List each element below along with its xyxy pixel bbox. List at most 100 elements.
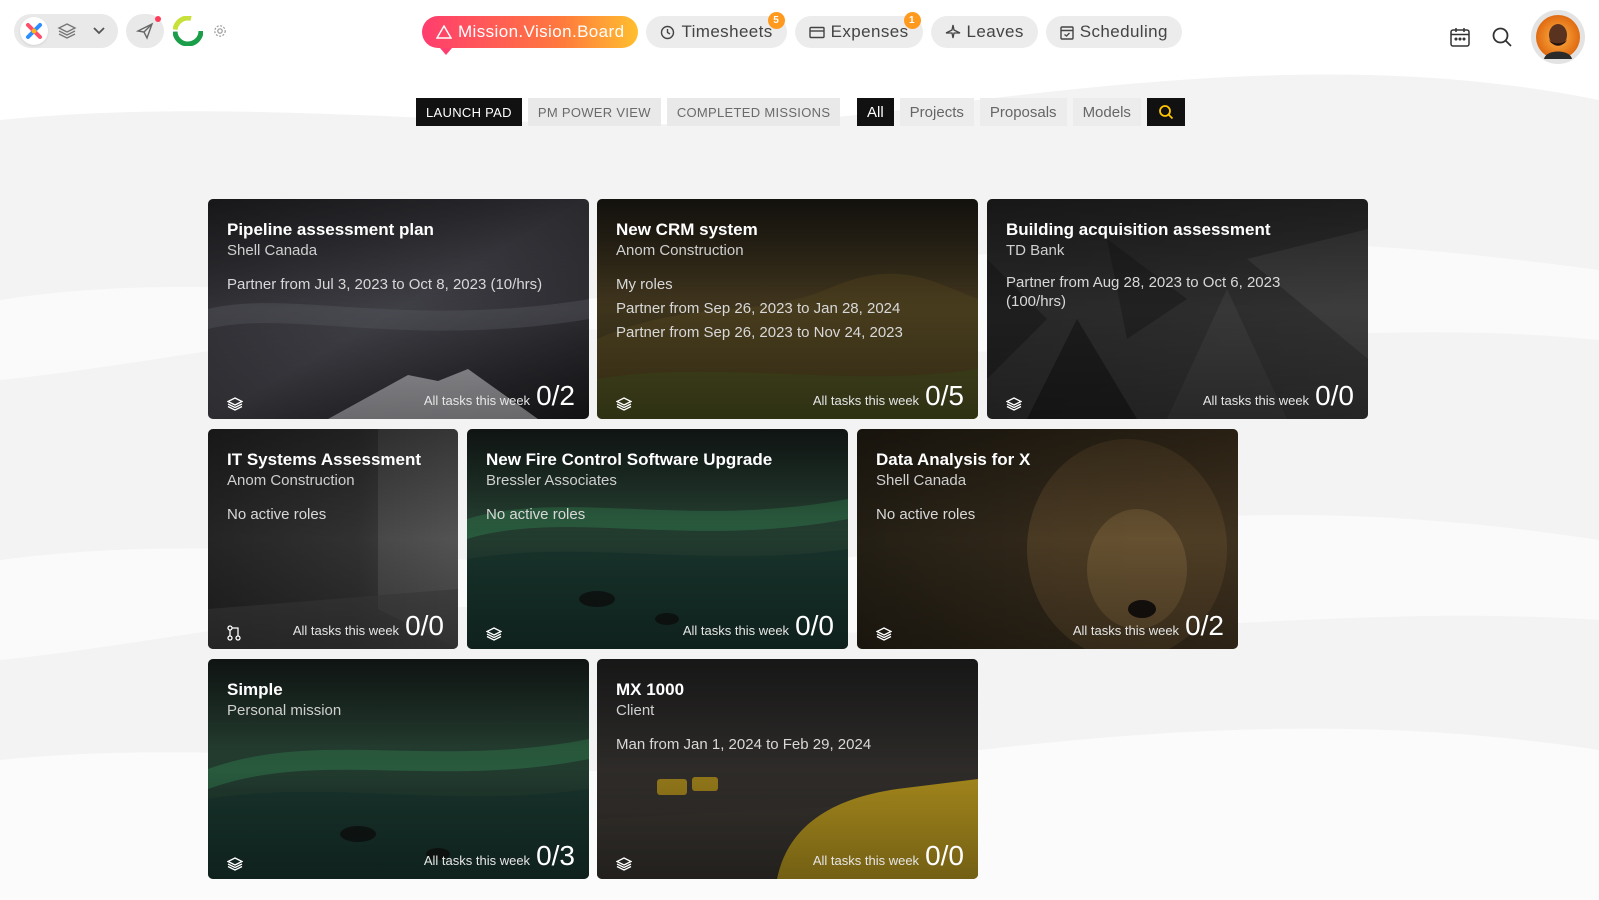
card-client: Anom Construction	[616, 242, 744, 259]
send-group[interactable]	[126, 14, 164, 48]
expenses-badge: 1	[903, 12, 921, 29]
mission-card-building-acquisition[interactable]: Building acquisition assessment TD Bank …	[987, 199, 1368, 419]
tab-mission-vision-board[interactable]: Mission.Vision.Board	[422, 16, 639, 55]
card-client: Client	[616, 702, 655, 719]
card-footer-label: All tasks this week	[292, 623, 400, 638]
tab-label: Mission.Vision.Board	[458, 22, 625, 41]
tab-label: Scheduling	[1079, 22, 1168, 41]
card-detail-line: Man from Jan 1, 2024 to Feb 29, 2024	[616, 736, 872, 753]
card-icon	[808, 26, 825, 38]
layers-icon	[486, 627, 502, 641]
subnav-pm-power-view[interactable]: PM POWER VIEW	[527, 98, 661, 126]
card-title: IT Systems Assessment	[227, 450, 422, 469]
card-title: Pipeline assessment plan	[227, 220, 434, 239]
card-detail-line: My roles	[616, 276, 673, 293]
card-title: New Fire Control Software Upgrade	[486, 450, 773, 469]
card-client: Shell Canada	[227, 242, 318, 259]
tab-scheduling[interactable]: Scheduling	[1045, 16, 1182, 48]
send-icon[interactable]	[132, 18, 158, 44]
top-bar: Mission.Vision.Board Timesheets 5 Expens…	[0, 0, 1599, 64]
filter-search-button[interactable]	[1146, 98, 1185, 126]
tab-label: Leaves	[966, 22, 1024, 41]
card-detail-line: Partner from Jul 3, 2023 to Oct 8, 2023 …	[227, 276, 543, 293]
card-client: TD Bank	[1006, 242, 1065, 259]
app-logo-icon[interactable]	[20, 17, 48, 45]
card-detail-line: Partner from Sep 26, 2023 to Jan 28, 202…	[616, 300, 901, 317]
main-nav-tabs: Mission.Vision.Board Timesheets 5 Expens…	[422, 12, 1182, 55]
layers-icon	[616, 397, 632, 411]
tab-label: Expenses	[830, 22, 909, 41]
card-task-count: 0/0	[795, 610, 834, 641]
mission-card-mx-1000[interactable]: MX 1000 Client Man from Jan 1, 2024 to F…	[597, 659, 978, 879]
tab-label: Timesheets	[681, 22, 773, 41]
filter-models[interactable]: Models	[1072, 98, 1141, 126]
card-title: Data Analysis for X	[876, 450, 1031, 469]
card-detail-line: (100/hrs)	[1006, 293, 1067, 310]
layers-icon	[876, 627, 892, 641]
layers-icon	[227, 397, 243, 411]
filter-all[interactable]: All	[857, 98, 894, 126]
subnav-completed-missions[interactable]: COMPLETED MISSIONS	[666, 98, 841, 126]
tab-timesheets[interactable]: Timesheets 5	[646, 12, 787, 48]
layers-icon	[616, 857, 632, 871]
card-footer-label: All tasks this week	[423, 393, 531, 408]
card-footer-label: All tasks this week	[682, 623, 790, 638]
card-task-count: 0/3	[536, 840, 575, 871]
card-task-count: 0/2	[536, 380, 575, 411]
card-client: Anom Construction	[227, 472, 355, 489]
sync-status-icon[interactable]	[172, 15, 204, 47]
card-footer-label: All tasks this week	[1202, 393, 1310, 408]
avatar[interactable]	[1531, 10, 1585, 64]
filter-proposals[interactable]: Proposals	[979, 98, 1067, 126]
card-client: Personal mission	[227, 702, 342, 719]
notification-dot	[155, 16, 161, 22]
card-client: Bressler Associates	[486, 472, 617, 489]
mission-card-pipeline[interactable]: Pipeline assessment plan Shell Canada Pa…	[208, 199, 589, 419]
card-detail-line: Partner from Aug 28, 2023 to Oct 6, 2023	[1006, 274, 1281, 291]
view-switcher: LAUNCH PAD PM POWER VIEW COMPLETED MISSI…	[416, 98, 841, 126]
left-toolbar	[14, 14, 228, 48]
filter-projects[interactable]: Projects	[899, 98, 974, 126]
layers-icon	[1006, 397, 1022, 411]
mission-card-fire-control[interactable]: New Fire Control Software Upgrade Bressl…	[467, 429, 848, 649]
chevron-down-icon[interactable]	[86, 18, 112, 44]
card-task-count: 0/0	[405, 610, 444, 641]
tab-leaves[interactable]: Leaves	[930, 16, 1038, 48]
layers-icon[interactable]	[54, 18, 80, 44]
layers-icon	[227, 857, 243, 871]
card-task-count: 0/5	[925, 380, 964, 411]
clock-icon	[661, 25, 675, 39]
card-detail-line: Partner from Sep 26, 2023 to Nov 24, 202…	[616, 324, 903, 341]
settings-icon[interactable]	[212, 18, 228, 44]
search-icon[interactable]	[1489, 24, 1515, 50]
card-footer-label: All tasks this week	[423, 853, 531, 868]
card-title: New CRM system	[616, 220, 758, 239]
card-detail-line: No active roles	[486, 506, 586, 523]
card-title: Simple	[227, 680, 283, 699]
calendar-icon[interactable]	[1447, 24, 1473, 50]
timesheets-badge: 5	[767, 12, 785, 29]
tab-expenses[interactable]: Expenses 1	[794, 12, 923, 48]
card-footer-label: All tasks this week	[812, 853, 920, 868]
app-switcher[interactable]	[14, 14, 118, 48]
search-icon	[1159, 105, 1174, 120]
type-filters: All Projects Proposals Models	[857, 98, 1185, 126]
card-task-count: 0/2	[1185, 610, 1224, 641]
subnav-launch-pad[interactable]: LAUNCH PAD	[416, 98, 522, 126]
branch-icon	[227, 625, 241, 641]
card-title: MX 1000	[616, 680, 685, 699]
warning-triangle-icon	[436, 25, 452, 39]
mission-card-it-systems[interactable]: IT Systems Assessment Anom Construction …	[208, 429, 458, 649]
card-footer-label: All tasks this week	[812, 393, 920, 408]
card-detail-line: No active roles	[876, 506, 976, 523]
mission-card-simple[interactable]: Simple Personal mission All tasks this w…	[208, 659, 589, 879]
mission-card-data-analysis[interactable]: Data Analysis for X Shell Canada No acti…	[857, 429, 1238, 649]
card-detail-line: No active roles	[227, 506, 327, 523]
right-toolbar	[1447, 10, 1585, 64]
mission-card-new-crm-system[interactable]: New CRM system Anom Construction My role…	[597, 199, 978, 419]
plane-icon	[945, 24, 960, 39]
card-title: Building acquisition assessment	[1006, 220, 1271, 239]
calendar-check-icon	[1060, 25, 1074, 40]
card-client: Shell Canada	[876, 472, 967, 489]
card-task-count: 0/0	[1315, 380, 1354, 411]
